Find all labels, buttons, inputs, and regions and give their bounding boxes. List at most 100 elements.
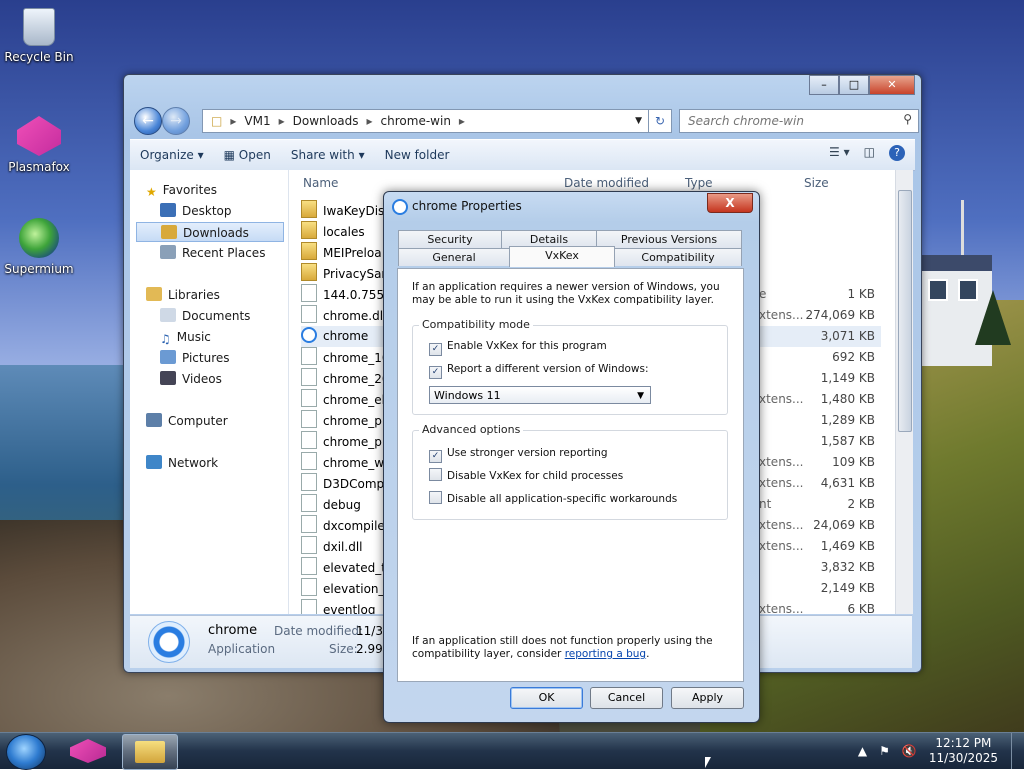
open-button[interactable]: ▦ Open [214,148,281,162]
refresh-icon[interactable]: ↻ [648,109,672,133]
start-button[interactable] [6,734,46,770]
apply-button[interactable]: Apply [671,687,744,709]
nav-documents[interactable]: Documents [160,306,250,326]
column-name[interactable]: Name [303,176,338,190]
breadcrumb-chrome-win[interactable]: chrome-win [381,114,451,128]
view-options-icon[interactable]: ☰ ▾ [829,145,850,161]
column-date-modified[interactable]: Date modified [564,176,649,190]
disable-child-processes-checkbox[interactable]: Disable VxKex for child processes [429,468,623,484]
address-bar[interactable]: □ ▸ VM1 ▸ Downloads ▸ chrome-win ▸ ▼ [202,109,649,133]
breadcrumb-downloads[interactable]: Downloads [293,114,359,128]
tab-previous-versions[interactable]: Previous Versions [596,230,742,248]
file-size: 6 KB [847,602,875,614]
tab-compatibility[interactable]: Compatibility [614,248,742,266]
clock[interactable]: 12:12 PM 11/30/2025 [929,736,998,766]
dialog-close-button[interactable]: X [707,193,753,213]
checkbox-check-icon: ✓ [429,450,442,463]
nav-recent-places[interactable]: Recent Places [160,243,265,263]
scroll-thumb[interactable] [898,190,912,432]
nav-desktop[interactable]: Desktop [160,201,232,221]
desktop-icon-label: Supermium [4,262,74,276]
search-icon[interactable]: ⚲ [903,112,912,126]
file-size: 24,069 KB [813,518,875,532]
documents-icon [160,308,176,322]
recycle-bin-icon [23,8,55,46]
file-size: 1,149 KB [820,371,875,385]
file-type: nt [759,497,772,511]
clock-date: 11/30/2025 [928,751,998,765]
forward-button[interactable]: → [162,107,190,135]
chevron-down-icon[interactable]: ▼ [635,116,642,126]
nav-libraries[interactable]: Libraries [146,285,220,305]
file-type: xtens... [759,392,804,406]
tab-vxkex[interactable]: VxKex [509,246,615,267]
column-size[interactable]: Size [804,176,829,190]
tab-general[interactable]: General [398,248,510,266]
nav-computer[interactable]: Computer [146,411,228,431]
file-name: elevated_t [323,561,386,575]
maximize-button[interactable]: □ [839,75,869,95]
file-file-icon [301,494,317,512]
desktop-icon-plasmafox[interactable]: Plasmafox [4,116,74,174]
reporting-a-bug-link[interactable]: reporting a bug [565,648,646,660]
organize-button[interactable]: Organize ▾ [130,148,214,162]
stronger-reporting-checkbox[interactable]: ✓ Use stronger version reporting [429,445,608,463]
disable-workarounds-checkbox[interactable]: Disable all application-specific workaro… [429,491,677,507]
breadcrumb-vm1[interactable]: VM1 [244,114,270,128]
vertical-scrollbar[interactable] [895,170,913,614]
file-size: 109 KB [832,455,875,469]
folder-file-icon [301,263,317,281]
compatibility-mode-group: Compatibility mode ✓ Enable VxKex for thi… [412,318,728,415]
nav-videos[interactable]: Videos [160,369,222,389]
nav-network[interactable]: Network [146,453,218,473]
desktop-icon-recycle-bin[interactable]: Recycle Bin [4,8,74,64]
group-title: Advanced options [419,423,524,436]
nav-pictures[interactable]: Pictures [160,348,230,368]
action-center-icon[interactable]: ⚑ [879,744,890,758]
file-name: chrome [323,329,369,343]
close-button[interactable]: ✕ [869,75,915,95]
recent-places-icon [160,245,176,259]
nav-favorites[interactable]: ★ Favorites [146,180,217,200]
file-name: IwaKeyDis [323,204,385,218]
file-type: xtens... [759,476,804,490]
cancel-button[interactable]: Cancel [590,687,663,709]
chrome-app-icon [148,621,190,663]
file-type: xtens... [759,308,804,322]
file-name: chrome_w [323,456,385,470]
advanced-options-group: Advanced options ✓ Use stronger version r… [412,423,728,520]
tab-security[interactable]: Security [398,230,502,248]
dll-file-icon [301,599,317,614]
nav-downloads[interactable]: Downloads [136,222,284,242]
nav-music[interactable]: ♫ Music [160,327,211,347]
show-desktop-button[interactable] [1011,733,1024,769]
back-button[interactable]: ← [134,107,162,135]
search-box[interactable]: ⚲ [679,109,919,133]
column-type[interactable]: Type [685,176,713,190]
show-hidden-icons-icon[interactable]: ▲ [858,744,867,758]
windows-version-select[interactable]: Windows 11 ▼ [429,386,651,404]
file-size: 274,069 KB [805,308,875,322]
explorer-taskbar-button[interactable] [122,734,178,770]
desktop-icon-supermium[interactable]: Supermium [4,218,74,276]
details-name: chrome [208,623,258,638]
file-size: 1,469 KB [820,539,875,553]
app-file-icon [301,327,317,343]
share-with-button[interactable]: Share with ▾ [281,148,375,162]
volume-muted-icon[interactable]: 🔇 [902,744,917,758]
plasmafox-taskbar-icon[interactable] [70,739,106,763]
desktop-icon [160,203,176,217]
minimize-button[interactable]: – [809,75,839,95]
ok-button[interactable]: OK [510,687,583,709]
file-name: chrome_20 [323,372,390,386]
supermium-icon [19,218,59,258]
computer-icon [146,413,162,427]
preview-pane-icon[interactable]: ◫ [864,145,875,161]
report-version-checkbox[interactable]: ✓ Report a different version of Windows: [429,361,649,379]
enable-vxkex-checkbox[interactable]: ✓ Enable VxKex for this program [429,338,607,356]
new-folder-button[interactable]: New folder [375,148,460,162]
help-icon[interactable]: ? [889,145,905,161]
exe-file-icon [301,578,317,596]
file-name: chrome_p [323,435,382,449]
search-input[interactable] [686,110,890,132]
